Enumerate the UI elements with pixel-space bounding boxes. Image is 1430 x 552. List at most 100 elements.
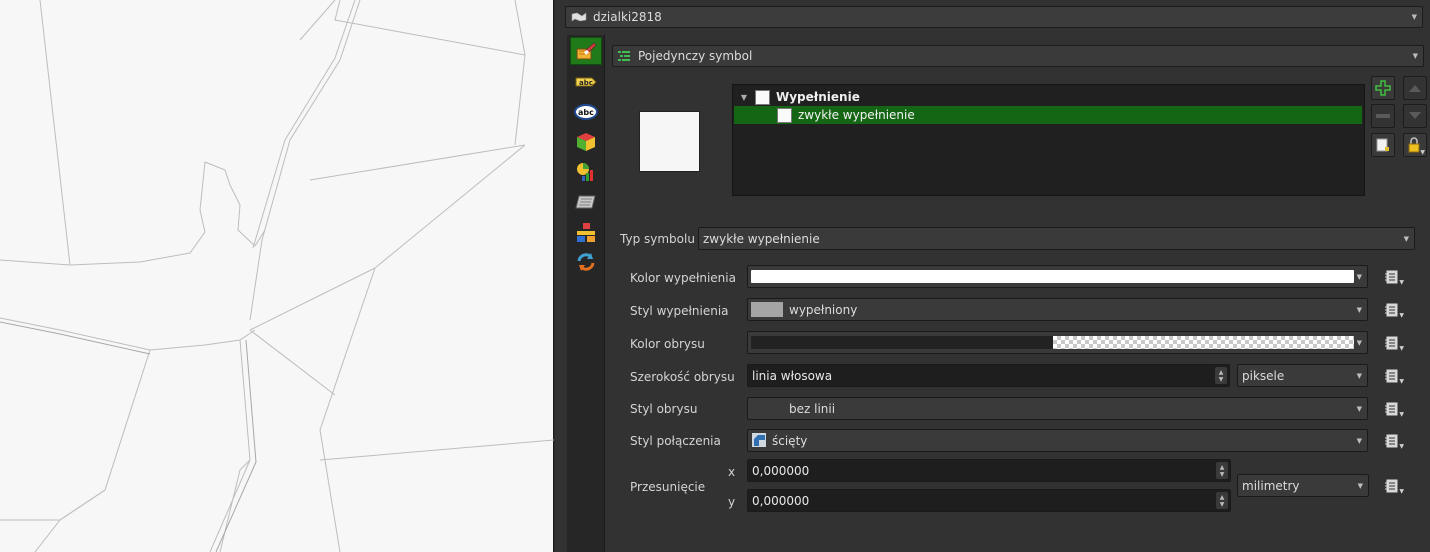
offset-data-defined-button[interactable]: ▼ [1378,476,1404,496]
stroke-width-unit-select[interactable]: piksele ▼ [1237,364,1368,387]
stroke-width-input[interactable]: linia włosowa ▲ ▼ [747,364,1230,387]
chevron-down-icon: ▼ [1356,273,1362,281]
tree-item-simple-fill[interactable]: zwykłe wypełnienie [734,106,1362,124]
chevron-down-icon: ▼ [1412,52,1418,60]
chevron-down-icon: ▼ [1399,279,1404,286]
data-defined-icon [1385,402,1398,416]
move-down-button[interactable] [1403,104,1427,128]
offset-unit-select[interactable]: milimetry ▼ [1237,474,1369,497]
join-style-value: ścięty [772,434,808,448]
join-style-select[interactable]: ścięty ▼ [747,429,1368,452]
stroke-width-value: linia włosowa [752,368,833,383]
expand-arrow-icon[interactable]: ▼ [739,93,749,102]
offset-unit: milimetry [1242,479,1300,493]
symbol-layer-tree[interactable]: ▼ Wypełnienie zwykłe wypełnienie [732,84,1365,196]
offset-x-value: 0,000000 [752,463,810,478]
sidebar-item-3d-view[interactable] [570,128,602,156]
stroke-style-label: Styl obrysu [630,402,698,416]
layer-styling-panel: dzialki2818 ▼ abc abc Pojedynczy symbol … [555,0,1430,552]
add-layer-icon [1375,80,1391,96]
stroke-style-value: bez linii [789,402,836,416]
sidebar-item-diagrams[interactable] [570,158,602,186]
offset-x-label: x [728,465,736,479]
layer-selector[interactable]: dzialki2818 ▼ [565,6,1423,28]
offset-label: Przesunięcie [630,480,706,494]
fill-style-data-defined-button[interactable]: ▼ [1378,300,1404,320]
offset-y-value: 0,000000 [752,493,810,508]
polygon-layer-icon [571,12,587,22]
svg-text:abc: abc [579,79,593,87]
parcel-map [0,0,554,552]
abc-label-icon: abc [574,104,598,120]
spinbox-arrows-icon[interactable]: ▲ ▼ [1215,367,1227,384]
chevron-down-icon: ▼ [1399,488,1404,495]
move-up-button[interactable] [1403,76,1427,100]
renderer-label: Pojedynczy symbol [638,49,753,63]
fill-color-label: Kolor wypełnienia [630,271,736,285]
chevron-down-icon: ▼ [1399,378,1404,385]
symbol-preview [639,111,700,172]
chevron-down-icon: ▼ [1357,482,1363,490]
tree-root-label: Wypełnienie [776,90,860,104]
chevron-down-icon: ▼ [1356,372,1362,380]
data-defined-icon [1385,369,1398,383]
diagram-icon [577,163,593,181]
chevron-down-icon: ▼ [1356,437,1362,445]
remove-layer-icon [1376,114,1390,118]
fill-color-swatch [751,270,1354,283]
stroke-style-select[interactable]: bez linii ▼ [747,397,1368,420]
remove-layer-button[interactable] [1371,104,1395,128]
stroke-color-swatch [751,336,1354,349]
offset-x-input[interactable]: 0,000000 ▲ ▼ [747,459,1231,482]
renderer-selector[interactable]: Pojedynczy symbol ▼ [612,45,1424,67]
data-defined-icon [1385,336,1398,350]
lock-layer-button[interactable]: ▼ [1403,133,1427,157]
sidebar-item-labels[interactable]: abc [570,68,602,96]
chevron-down-icon: ▼ [1399,443,1404,450]
fill-style-value: wypełniony [789,303,858,317]
sidebar-item-symbology[interactable] [570,37,602,65]
symbol-type-select[interactable]: zwykłe wypełnienie ▼ [698,227,1415,250]
stroke-style-data-defined-button[interactable]: ▼ [1378,399,1404,419]
map-tile-icon [575,195,596,209]
symbol-type-value: zwykłe wypełnienie [703,232,820,246]
fill-style-select[interactable]: wypełniony ▼ [747,298,1368,321]
fill-style-label: Styl wypełnienia [630,304,729,318]
data-defined-icon [1385,270,1398,284]
fill-swatch [755,89,770,105]
chevron-down-icon: ▼ [1403,235,1409,243]
sidebar-item-fields[interactable] [570,188,602,216]
tree-item-fill[interactable]: ▼ Wypełnienie [733,88,1364,106]
add-layer-button[interactable] [1371,76,1395,100]
sidebar-item-history[interactable] [570,248,602,276]
stroke-color-button[interactable]: ▼ [747,331,1368,354]
symbol-type-label: Typ symbolu [620,232,695,246]
stroke-width-data-defined-button[interactable]: ▼ [1378,366,1404,386]
chevron-down-icon: ▼ [1399,411,1404,418]
join-style-data-defined-button[interactable]: ▼ [1378,431,1404,451]
chevron-down-icon: ▼ [1420,149,1425,156]
sidebar-item-rendering[interactable] [570,218,602,246]
join-style-label: Styl połączenia [630,434,721,448]
spinbox-arrows-icon[interactable]: ▲ ▼ [1216,492,1228,509]
paintbrush-icon [576,42,597,60]
spinbox-arrows-icon[interactable]: ▲ ▼ [1216,462,1228,479]
sidebar-item-masks[interactable]: abc [570,98,602,126]
3d-cube-icon [577,133,595,151]
fill-style-swatch [751,302,783,317]
label-tag-icon: abc [575,77,597,87]
offset-y-label: y [728,495,736,509]
fill-color-button[interactable]: ▼ [747,265,1368,288]
tree-child-label: zwykłe wypełnienie [798,108,915,122]
fill-color-data-defined-button[interactable]: ▼ [1378,267,1404,287]
map-canvas[interactable] [0,0,554,552]
offset-y-input[interactable]: 0,000000 ▲ ▼ [747,489,1231,512]
data-defined-icon [1385,434,1398,448]
layer-name: dzialki2818 [593,10,662,24]
bevel-join-icon [752,433,766,447]
stroke-color-data-defined-button[interactable]: ▼ [1378,333,1404,353]
stroke-width-label: Szerokość obrysu [630,370,735,384]
duplicate-layer-button[interactable] [1371,133,1395,157]
chevron-down-icon: ▼ [1356,339,1362,347]
chevron-down-icon: ▼ [1356,306,1362,314]
